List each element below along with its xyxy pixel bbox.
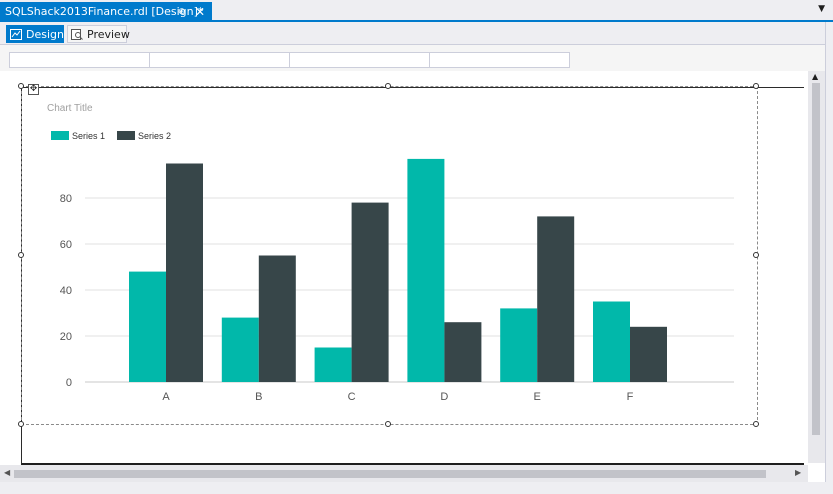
chart-selection-border bbox=[21, 86, 758, 425]
resize-handle[interactable] bbox=[18, 421, 24, 427]
group-cell[interactable] bbox=[429, 52, 570, 68]
document-tab[interactable]: SQLShack2013Finance.rdl [Design]* ⊕ ✕ bbox=[0, 2, 212, 22]
scroll-up-icon[interactable]: ▲ bbox=[812, 72, 818, 81]
group-cell[interactable] bbox=[149, 52, 290, 68]
scroll-left-icon[interactable]: ◀ bbox=[4, 468, 10, 477]
design-icon bbox=[10, 28, 22, 40]
side-panel-rail bbox=[825, 22, 833, 494]
group-cell[interactable] bbox=[9, 52, 150, 68]
resize-handle[interactable] bbox=[753, 421, 759, 427]
preview-tab-button[interactable]: Preview bbox=[67, 25, 130, 43]
vertical-scrollbar[interactable]: ▲ bbox=[808, 71, 825, 463]
preview-icon bbox=[71, 28, 83, 40]
resize-handle[interactable] bbox=[18, 83, 24, 89]
tab-list-dropdown-icon[interactable]: ▼ bbox=[818, 4, 825, 14]
design-tab-label: Design bbox=[26, 28, 64, 41]
horizontal-scrollbar[interactable]: ◀ ▶ bbox=[0, 465, 808, 482]
horizontal-scroll-thumb[interactable] bbox=[14, 470, 766, 478]
resize-handle[interactable] bbox=[385, 83, 391, 89]
pin-icon[interactable]: ⊕ bbox=[178, 2, 186, 22]
report-design-surface[interactable]: 0 20 40 60 80 A B C D E F Chart Title Series 1 Ser… bbox=[0, 71, 833, 494]
resize-handle[interactable] bbox=[385, 421, 391, 427]
close-icon[interactable]: ✕ bbox=[195, 2, 205, 22]
resize-handle[interactable] bbox=[18, 252, 24, 258]
resize-handle[interactable] bbox=[753, 252, 759, 258]
group-cell[interactable] bbox=[289, 52, 430, 68]
status-strip bbox=[0, 482, 833, 494]
preview-tab-label: Preview bbox=[87, 28, 130, 41]
move-handle-icon[interactable]: ✥ bbox=[28, 84, 39, 95]
document-tab-title: SQLShack2013Finance.rdl [Design]* bbox=[5, 5, 204, 18]
row-groups-pane bbox=[0, 45, 833, 71]
vertical-scroll-thumb[interactable] bbox=[812, 83, 820, 435]
design-tab-button[interactable]: Design bbox=[6, 25, 64, 43]
view-toolbar: Design Preview bbox=[0, 22, 833, 45]
scroll-right-icon[interactable]: ▶ bbox=[795, 468, 801, 477]
resize-handle[interactable] bbox=[753, 83, 759, 89]
document-tab-strip: SQLShack2013Finance.rdl [Design]* ⊕ ✕ ▼ bbox=[0, 0, 833, 22]
